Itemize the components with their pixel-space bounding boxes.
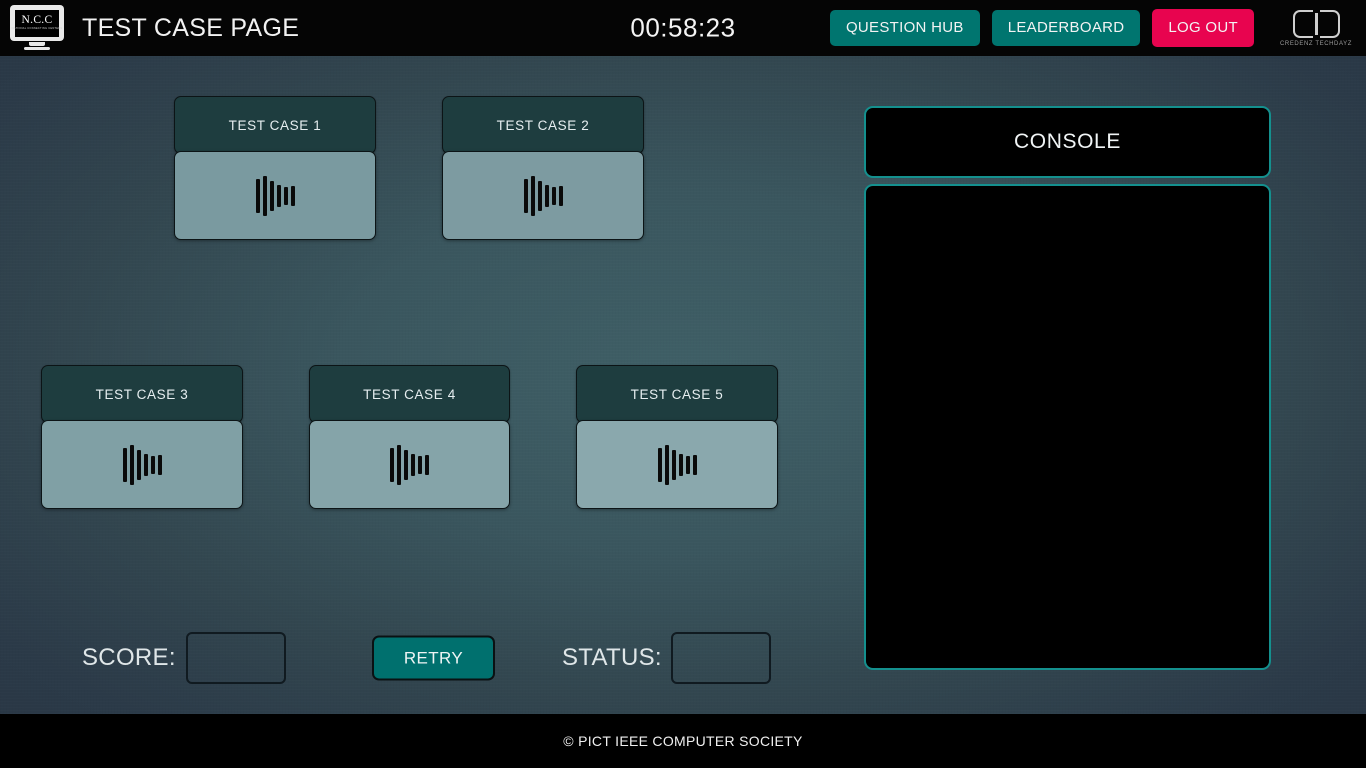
test-case-4-body[interactable] <box>309 420 510 509</box>
score-field[interactable] <box>186 632 286 684</box>
console-title: CONSOLE <box>864 106 1271 178</box>
score-label: SCORE: <box>82 644 176 671</box>
test-case-3-header[interactable]: TEST CASE 3 <box>41 365 243 423</box>
test-case-2-header[interactable]: TEST CASE 2 <box>442 96 644 154</box>
test-case-5-body[interactable] <box>576 420 778 509</box>
test-case-1-body[interactable] <box>174 151 376 240</box>
test-case-1-header[interactable]: TEST CASE 1 <box>174 96 376 154</box>
page-title: TEST CASE PAGE <box>82 13 300 42</box>
ncc-logo-text: N.C.C <box>21 13 53 26</box>
main-stage: TEST CASE 1 TEST CASE 2 TEST CASE 3 TEST… <box>0 56 1366 714</box>
ncc-logo: N.C.C NATIONAL CONNECTING CENTERS <box>10 5 64 51</box>
question-hub-button[interactable]: QUESTION HUB <box>829 10 980 46</box>
ncc-logo-subtitle: NATIONAL CONNECTING CENTERS <box>11 27 63 31</box>
sound-wave-icon <box>657 444 697 485</box>
footer: © PICT IEEE COMPUTER SOCIETY <box>0 714 1366 768</box>
test-case-card-3[interactable]: TEST CASE 3 <box>41 365 243 509</box>
credenz-techdayz-logo: CREDENZ TECHDAYZ <box>1280 6 1352 50</box>
monitor-stand-icon <box>29 42 45 46</box>
test-case-card-1[interactable]: TEST CASE 1 <box>174 96 376 240</box>
sound-wave-icon <box>390 444 429 485</box>
status-label: STATUS: <box>562 644 662 671</box>
top-navigation-bar: N.C.C NATIONAL CONNECTING CENTERS TEST C… <box>0 0 1366 56</box>
console-panel: CONSOLE <box>864 106 1271 670</box>
test-case-card-2[interactable]: TEST CASE 2 <box>442 96 644 240</box>
sound-wave-icon <box>523 175 563 216</box>
test-case-page: N.C.C NATIONAL CONNECTING CENTERS TEST C… <box>0 0 1366 768</box>
topbar-actions: QUESTION HUB LEADERBOARD LOG OUT CREDENZ… <box>829 6 1352 50</box>
test-case-card-4[interactable]: TEST CASE 4 <box>309 365 510 509</box>
monitor-icon: N.C.C NATIONAL CONNECTING CENTERS <box>10 5 64 41</box>
sound-wave-icon <box>122 444 162 485</box>
footer-copyright: © PICT IEEE COMPUTER SOCIETY <box>563 733 803 749</box>
ctd-logo-caption: CREDENZ TECHDAYZ <box>1279 41 1353 47</box>
test-case-2-body[interactable] <box>442 151 644 240</box>
test-case-card-5[interactable]: TEST CASE 5 <box>576 365 778 509</box>
bottom-controls: SCORE: RETRY STATUS: <box>0 622 1366 694</box>
status-field[interactable] <box>671 632 771 684</box>
test-case-3-body[interactable] <box>41 420 243 509</box>
monitor-base-icon <box>24 47 50 50</box>
sound-wave-icon <box>255 175 295 216</box>
test-case-4-header[interactable]: TEST CASE 4 <box>309 365 510 423</box>
leaderboard-button[interactable]: LEADERBOARD <box>991 10 1141 46</box>
retry-button[interactable]: RETRY <box>372 635 495 681</box>
log-out-button[interactable]: LOG OUT <box>1152 9 1254 47</box>
ctd-monogram-icon <box>1292 9 1340 39</box>
test-case-5-header[interactable]: TEST CASE 5 <box>576 365 778 423</box>
console-output[interactable] <box>864 184 1271 670</box>
